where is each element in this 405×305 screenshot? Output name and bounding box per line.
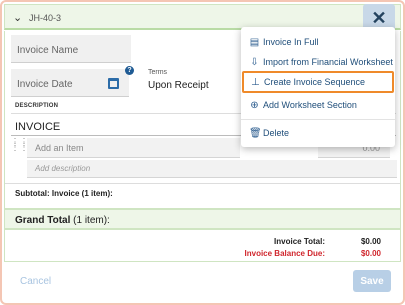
- subtotal-row: Subtotal: Invoice (1 item):: [5, 183, 400, 203]
- menu-item-label: Import from Financial Worksheet: [263, 57, 393, 67]
- hierarchy-icon: ⊥: [251, 77, 260, 88]
- balance-due-label: Invoice Balance Due:: [244, 249, 325, 258]
- menu-item-import-worksheet[interactable]: ⇩ Import from Financial Worksheet: [241, 53, 395, 73]
- terms-select[interactable]: Upon Receipt: [148, 80, 209, 91]
- menu-divider: [241, 119, 395, 120]
- subtotal-label: Subtotal: Invoice (1 item):: [15, 189, 113, 198]
- chevron-down-icon[interactable]: ⌄: [13, 11, 22, 24]
- document-icon: ▤: [249, 37, 260, 48]
- menu-item-label: Delete: [263, 128, 290, 138]
- cancel-button[interactable]: Cancel: [20, 276, 51, 287]
- menu-item-create-invoice-sequence[interactable]: ⊥ Create Invoice Sequence: [242, 71, 394, 93]
- grand-total-row: Grand Total (1 item):: [5, 208, 400, 230]
- calendar-icon[interactable]: [108, 78, 119, 89]
- invoice-date-placeholder: Invoice Date: [17, 79, 73, 90]
- menu-item-invoice-in-full[interactable]: ▤ Invoice In Full: [241, 33, 395, 53]
- menu-item-label: Add Worksheet Section: [263, 100, 357, 110]
- drag-handle-icon[interactable]: ⋮⋮ ⋮⋮: [10, 138, 29, 153]
- save-button[interactable]: Save: [353, 270, 391, 292]
- section-name-input[interactable]: INVOICE: [15, 121, 60, 133]
- menu-item-add-worksheet-section[interactable]: ⊕ Add Worksheet Section: [241, 96, 395, 116]
- close-icon: ✕: [371, 8, 387, 28]
- invoice-total-value: $0.00: [360, 237, 381, 246]
- help-icon[interactable]: ?: [125, 66, 134, 75]
- trash-icon: 🗑: [249, 128, 262, 139]
- add-description-input[interactable]: Add description: [27, 160, 397, 178]
- divider: [4, 261, 401, 262]
- actions-dropdown-menu: ▤ Invoice In Full ⇩ Import from Financia…: [241, 27, 395, 147]
- add-item-placeholder: Add an Item: [35, 143, 84, 153]
- menu-item-delete[interactable]: 🗑 Delete: [241, 124, 395, 144]
- menu-item-label: Create Invoice Sequence: [264, 77, 366, 87]
- invoice-name-placeholder: Invoice Name: [17, 45, 79, 56]
- save-label: Save: [360, 275, 384, 287]
- invoice-total-label: Invoice Total:: [274, 237, 325, 246]
- balance-due-value: $0.00: [360, 249, 381, 258]
- terms-label: Terms: [148, 69, 168, 76]
- menu-item-label: Invoice In Full: [263, 37, 319, 47]
- import-icon: ⇩: [250, 57, 259, 68]
- invoice-name-field[interactable]: Invoice Name: [11, 35, 131, 63]
- description-column-header: DESCRIPTION: [15, 103, 59, 109]
- grand-total-label: Grand Total (1 item):: [15, 215, 110, 226]
- add-item-input[interactable]: Add an Item: [27, 138, 240, 158]
- invoice-date-field[interactable]: Invoice Date: [11, 69, 129, 97]
- job-id: JH-40-3: [29, 13, 62, 23]
- add-description-placeholder: Add description: [35, 164, 91, 173]
- plus-circle-icon: ⊕: [250, 100, 259, 111]
